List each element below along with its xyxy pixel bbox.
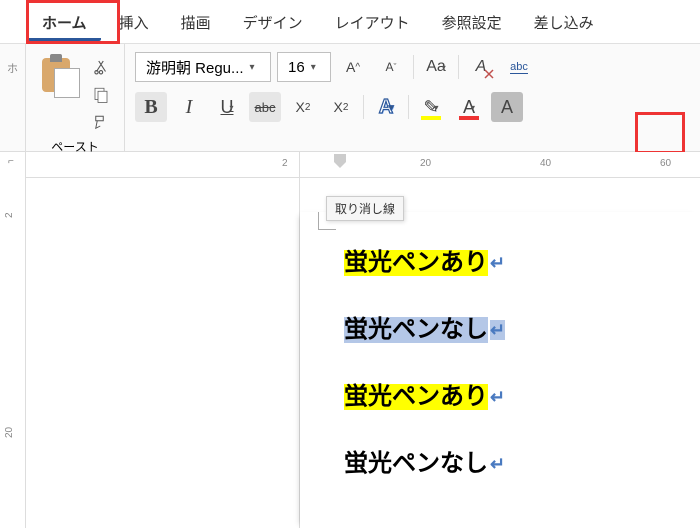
tooltip-strikethrough: 取り消し線	[326, 196, 404, 221]
change-case-button[interactable]: Aa▾	[420, 52, 452, 82]
text-effects-button[interactable]: A▾	[370, 92, 402, 122]
page-gutter	[26, 152, 300, 528]
tab-mailings[interactable]: 差し込み	[520, 2, 608, 41]
shrink-font-button[interactable]: Aˇ	[375, 52, 407, 82]
clear-formatting-button[interactable]: A	[465, 52, 497, 82]
copy-icon[interactable]	[90, 84, 112, 106]
chevron-down-icon: ▾	[250, 62, 255, 73]
clipboard-group: ペースト	[26, 44, 125, 151]
tab-home[interactable]: ホーム	[28, 2, 101, 41]
pilcrow-icon: ↵	[490, 320, 505, 340]
ruler-label: 60	[660, 158, 671, 169]
text-line[interactable]: 蛍光ペンあり↵	[342, 374, 507, 413]
font-name-dropdown[interactable]: 游明朝 Regu... ▾	[135, 52, 271, 82]
ribbon-tabs: ホーム 挿入 描画 デザイン レイアウト 参照設定 差し込み	[0, 0, 700, 44]
italic-button[interactable]: I	[173, 92, 205, 122]
ruler-label: 20	[420, 158, 431, 169]
ruler-label: 40	[540, 158, 551, 169]
text-line[interactable]: 蛍光ペンなし↵	[342, 441, 507, 480]
text-line[interactable]: 蛍光ペンあり↵	[342, 240, 507, 279]
pilcrow-icon: ↵	[490, 253, 505, 273]
character-shading-button[interactable]: A	[491, 92, 523, 122]
font-group: 游明朝 Regu... ▾ 16 ▾ A^ Aˇ Aa▾ A abc B I U…	[125, 44, 545, 151]
tab-draw[interactable]: 描画	[167, 2, 225, 41]
document-body[interactable]: 蛍光ペンあり↵ 蛍光ペンなし↵ 蛍光ペンあり↵ 蛍光ペンなし↵	[342, 240, 507, 508]
pilcrow-icon: ↵	[490, 454, 505, 474]
chevron-down-icon: ▾	[311, 62, 316, 73]
indent-marker-icon[interactable]	[334, 154, 346, 162]
font-name-value: 游明朝 Regu...	[146, 57, 244, 78]
text-line-selected[interactable]: 蛍光ペンなし↵	[342, 307, 507, 346]
tab-design[interactable]: デザイン	[229, 2, 317, 41]
font-size-value: 16	[288, 59, 305, 76]
vertical-ruler[interactable]: ⌐ 2 20	[0, 152, 26, 528]
cut-icon[interactable]	[90, 56, 112, 78]
phonetic-guide-button[interactable]: abc	[503, 52, 535, 82]
pilcrow-icon: ↵	[490, 387, 505, 407]
bold-button[interactable]: B	[135, 92, 167, 122]
left-sliver: ホ	[0, 44, 26, 151]
ruler-label: 2	[282, 158, 288, 169]
highlight-button[interactable]: ✎▾	[415, 92, 447, 122]
underline-button[interactable]: U▾	[211, 92, 243, 122]
tab-references[interactable]: 参照設定	[428, 2, 516, 41]
font-size-dropdown[interactable]: 16 ▾	[277, 52, 331, 82]
subscript-button[interactable]: X2	[287, 92, 319, 122]
font-color-button[interactable]: A▾	[453, 92, 485, 122]
tab-insert[interactable]: 挿入	[105, 2, 163, 41]
format-painter-icon[interactable]	[90, 112, 112, 134]
strikethrough-button[interactable]: abc	[249, 92, 281, 122]
tab-layout[interactable]: レイアウト	[321, 2, 424, 41]
superscript-button[interactable]: X2	[325, 92, 357, 122]
ribbon: ホ ペースト 游明朝 Regu... ▾	[0, 44, 700, 152]
horizontal-ruler[interactable]: 2 20 40 60	[300, 152, 700, 178]
paste-icon[interactable]	[38, 52, 82, 100]
grow-font-button[interactable]: A^	[337, 52, 369, 82]
